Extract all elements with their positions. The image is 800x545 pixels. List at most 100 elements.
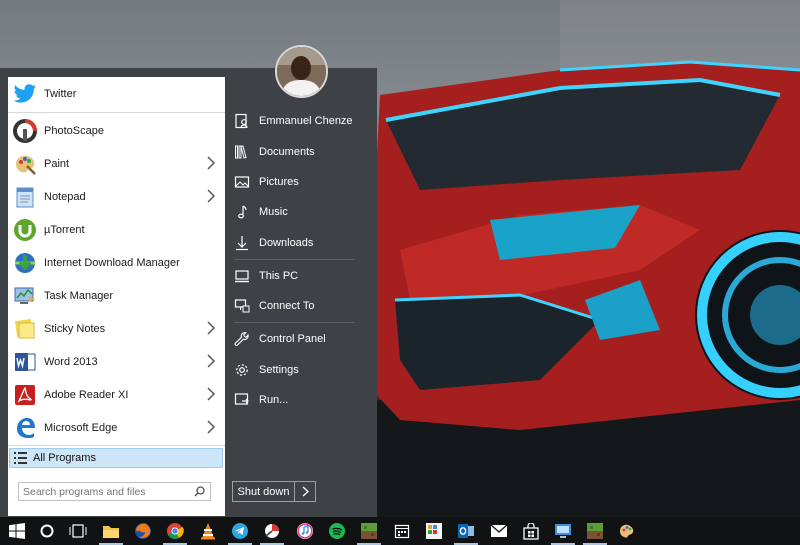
- program-label: Sticky Notes: [44, 322, 106, 335]
- itunes-icon: [297, 523, 313, 539]
- taskbar-file-explorer[interactable]: [96, 517, 126, 545]
- taskbar-store[interactable]: [516, 517, 546, 545]
- settings-gear-icon: [234, 362, 250, 378]
- taskbar-firefox[interactable]: [128, 517, 158, 545]
- taskbar-vlc[interactable]: [193, 517, 223, 545]
- place-label: Downloads: [259, 237, 314, 249]
- taskbar-chrome[interactable]: [160, 517, 190, 545]
- pinned-programs-panel: Twitter PhotoScape Paint Notepad µTorren…: [8, 77, 225, 516]
- control-panel-icon: [234, 331, 250, 347]
- telegram-icon: [232, 523, 248, 539]
- place-label: Run...: [259, 394, 289, 406]
- program-word-2013[interactable]: Word 2013: [8, 345, 225, 378]
- search-icon[interactable]: [194, 486, 205, 497]
- minecraft-icon: [587, 523, 603, 539]
- task-view-button[interactable]: [63, 517, 93, 545]
- run-icon: [234, 392, 250, 408]
- program-internet-download-manager[interactable]: Internet Download Manager: [8, 246, 225, 279]
- taskbar-paint[interactable]: [612, 517, 642, 545]
- taskbar-photoscape[interactable]: [257, 517, 287, 545]
- program-label: Twitter: [44, 87, 77, 100]
- taskbar-outlook[interactable]: [451, 517, 481, 545]
- separator: [8, 445, 225, 446]
- program-microsoft-edge[interactable]: Microsoft Edge: [8, 411, 225, 444]
- pictures-icon: [234, 174, 250, 190]
- cortana-button[interactable]: [32, 517, 62, 545]
- chevron-right-icon[interactable]: [207, 354, 215, 368]
- firefox-icon: [135, 523, 151, 539]
- program-utorrent[interactable]: µTorrent: [8, 213, 225, 246]
- shutdown-button[interactable]: Shut down: [233, 482, 295, 501]
- program-label: Adobe Reader XI: [44, 388, 129, 401]
- chrome-icon: [167, 523, 184, 540]
- place-documents[interactable]: Documents: [234, 139, 374, 165]
- adobe-reader-icon: [12, 382, 38, 408]
- place-settings[interactable]: Settings: [234, 357, 374, 383]
- chevron-right-icon[interactable]: [207, 420, 215, 434]
- search-input[interactable]: [19, 483, 189, 500]
- program-notepad[interactable]: Notepad: [8, 180, 225, 213]
- place-downloads[interactable]: Downloads: [234, 230, 374, 256]
- spotify-icon: [329, 523, 345, 539]
- taskbar-remote-desktop[interactable]: [548, 517, 578, 545]
- program-photoscape[interactable]: PhotoScape: [8, 114, 225, 147]
- taskbar-calendar[interactable]: [387, 517, 417, 545]
- place-control-panel[interactable]: Control Panel: [234, 326, 374, 352]
- calendar-icon: [394, 524, 410, 539]
- place-this-pc[interactable]: This PC: [234, 263, 374, 289]
- photoscape-icon: [12, 118, 38, 144]
- paint-icon: [12, 151, 38, 177]
- remote-desktop-icon: [555, 524, 571, 538]
- user-avatar[interactable]: [275, 45, 328, 98]
- program-task-manager[interactable]: Task Manager: [8, 279, 225, 312]
- place-label: Settings: [259, 364, 299, 376]
- place-label: Pictures: [259, 176, 299, 188]
- connect-to-icon: [234, 298, 250, 314]
- start-button[interactable]: [2, 517, 32, 545]
- program-paint[interactable]: Paint: [8, 147, 225, 180]
- program-label: Notepad: [44, 190, 86, 203]
- mail-icon: [490, 524, 508, 537]
- file-explorer-icon: [103, 526, 119, 538]
- downloads-icon: [234, 235, 250, 251]
- program-sticky-notes[interactable]: Sticky Notes: [8, 312, 225, 345]
- place-pictures[interactable]: Pictures: [234, 169, 374, 195]
- program-label: PhotoScape: [44, 124, 104, 137]
- windows-start-icon: [9, 523, 25, 539]
- idm-icon: [12, 250, 38, 276]
- place-connect-to[interactable]: Connect To: [234, 293, 374, 319]
- chevron-right-icon[interactable]: [207, 156, 215, 170]
- place-music[interactable]: Music: [234, 199, 374, 225]
- place-run[interactable]: Run...: [234, 387, 374, 413]
- program-adobe-reader-xi[interactable]: Adobe Reader XI: [8, 378, 225, 411]
- taskbar-mail[interactable]: [484, 517, 514, 545]
- place-label: Emmanuel Chenze: [259, 115, 353, 127]
- minecraft-icon: [361, 523, 377, 539]
- task-manager-icon: [12, 283, 38, 309]
- program-label: Word 2013: [44, 355, 98, 368]
- chevron-right-icon[interactable]: [207, 321, 215, 335]
- search-box[interactable]: [18, 482, 211, 501]
- list-icon: [14, 452, 27, 464]
- taskbar-apps-grid[interactable]: [419, 517, 449, 545]
- this-pc-icon: [234, 268, 250, 284]
- taskbar-minecraft-2[interactable]: [580, 517, 610, 545]
- program-label: Internet Download Manager: [44, 256, 180, 269]
- taskbar-spotify[interactable]: [322, 517, 352, 545]
- program-label: µTorrent: [44, 223, 85, 236]
- separator: [8, 112, 225, 113]
- program-twitter[interactable]: Twitter: [8, 77, 225, 110]
- shutdown-options-button[interactable]: [295, 482, 315, 501]
- chevron-right-icon[interactable]: [207, 387, 215, 401]
- taskbar-minecraft[interactable]: [354, 517, 384, 545]
- taskbar-itunes[interactable]: [290, 517, 320, 545]
- place-user-folder[interactable]: Emmanuel Chenze: [234, 108, 374, 134]
- all-programs-button[interactable]: All Programs: [9, 448, 223, 468]
- program-label: Task Manager: [44, 289, 114, 302]
- vlc-icon: [201, 523, 215, 540]
- cortana-icon: [40, 524, 54, 538]
- place-label: Connect To: [259, 300, 315, 312]
- place-label: Documents: [259, 146, 315, 158]
- chevron-right-icon[interactable]: [207, 189, 215, 203]
- taskbar-telegram[interactable]: [225, 517, 255, 545]
